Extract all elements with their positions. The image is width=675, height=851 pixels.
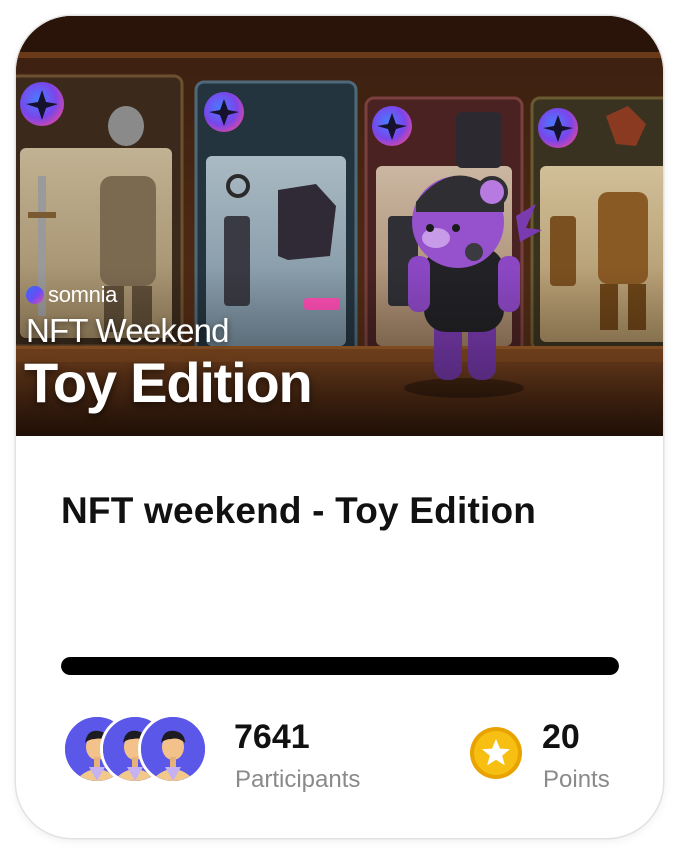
participants-label: Participants [235, 766, 361, 793]
banner-image: somnia NFT Weekend Toy Edition [16, 16, 663, 436]
points-value: 20 [542, 718, 580, 756]
participants-count: 7641 [234, 718, 310, 756]
avatar [138, 714, 208, 784]
somnia-brand: somnia [26, 282, 117, 308]
star-coin-icon [470, 727, 522, 779]
somnia-logo-icon [26, 286, 44, 304]
progress-bar-fill [61, 657, 619, 675]
quest-card[interactable]: somnia NFT Weekend Toy Edition NFT weeke… [16, 16, 663, 838]
person-avatar-icon [141, 717, 205, 781]
points-label: Points [543, 766, 610, 793]
banner-title-line1: NFT Weekend [26, 312, 230, 349]
quest-title: NFT weekend - Toy Edition [61, 490, 537, 531]
brand-name: somnia [48, 282, 118, 307]
participant-avatars [62, 714, 212, 788]
banner-title-line2: Toy Edition [24, 351, 313, 414]
progress-bar [61, 657, 619, 675]
